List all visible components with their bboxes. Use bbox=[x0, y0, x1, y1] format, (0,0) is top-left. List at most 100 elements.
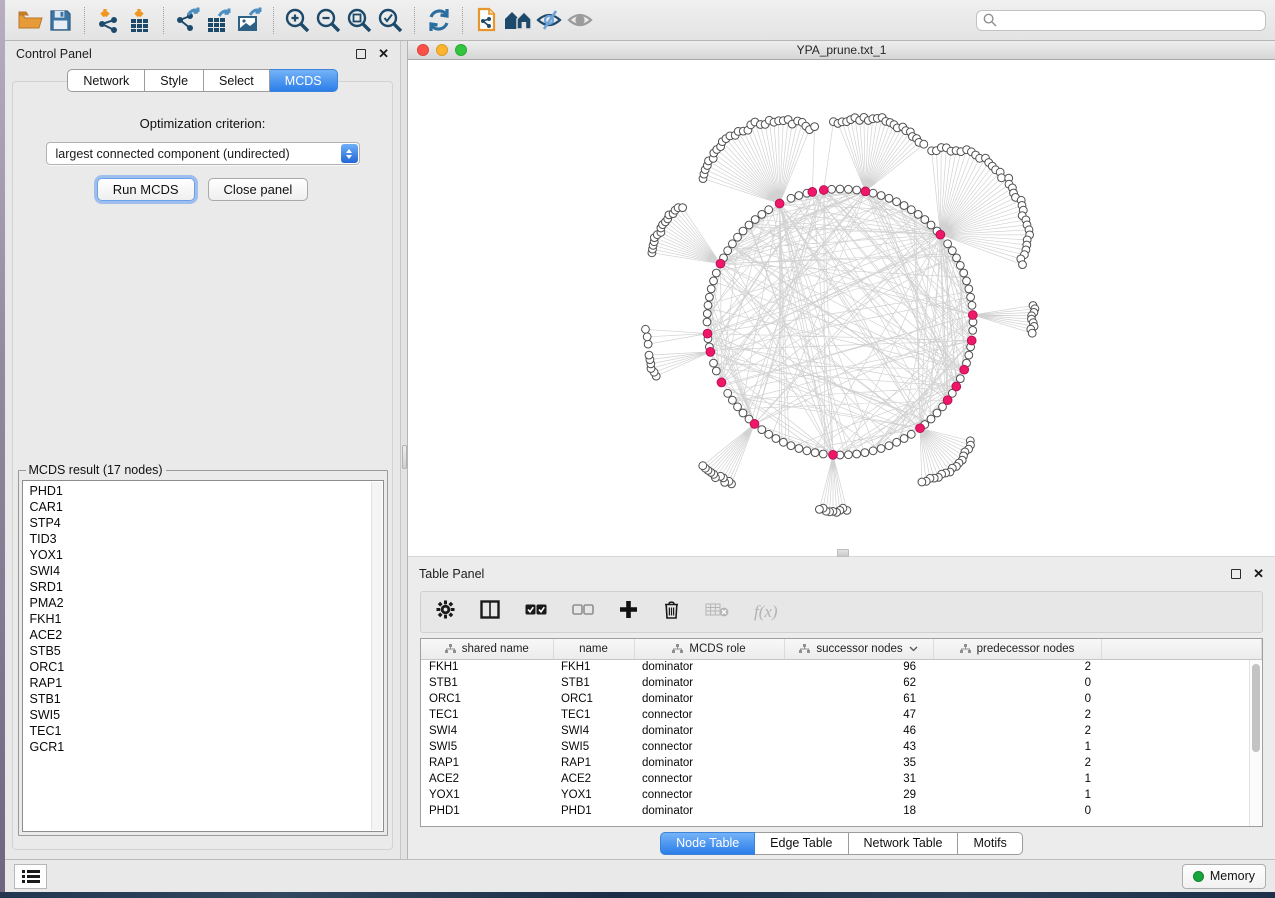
close-table-panel-icon[interactable]: ✕ bbox=[1253, 567, 1264, 580]
list-item[interactable]: GCR1 bbox=[30, 739, 383, 755]
show-column-button[interactable] bbox=[480, 600, 500, 624]
show-task-history-button[interactable] bbox=[14, 864, 47, 889]
run-mcds-button[interactable]: Run MCDS bbox=[97, 178, 195, 201]
export-image-button[interactable] bbox=[234, 5, 265, 36]
zoom-in-button[interactable] bbox=[282, 5, 313, 36]
column-header-shared-name[interactable]: shared name bbox=[421, 639, 553, 659]
table-row[interactable]: PHD1PHD1dominator180 bbox=[421, 803, 1262, 819]
memory-status-icon bbox=[1193, 871, 1204, 882]
list-item[interactable]: ACE2 bbox=[30, 627, 383, 643]
close-panel-button[interactable]: Close panel bbox=[208, 178, 309, 201]
list-item[interactable]: SRD1 bbox=[30, 579, 383, 595]
apply-layout-button[interactable] bbox=[423, 5, 454, 36]
table-row[interactable]: ACE2ACE2connector311 bbox=[421, 771, 1262, 787]
list-item[interactable]: STP4 bbox=[30, 515, 383, 531]
zoom-selected-button[interactable] bbox=[375, 5, 406, 36]
mcds-result-list[interactable]: PHD1 CAR1 STP4 TID3 YOX1 SWI4 SRD1 PMA2 … bbox=[22, 480, 384, 832]
tab-network-table[interactable]: Network Table bbox=[849, 832, 959, 855]
splitter-grip[interactable] bbox=[402, 445, 407, 469]
select-all-button[interactable] bbox=[525, 603, 547, 621]
criterion-select[interactable]: largest connected component (undirected) bbox=[46, 142, 360, 165]
list-item[interactable]: STB1 bbox=[30, 691, 383, 707]
column-header-successor-nodes[interactable]: successor nodes bbox=[784, 639, 933, 659]
add-column-button[interactable] bbox=[619, 600, 638, 624]
unchecked-boxes-icon bbox=[572, 603, 594, 616]
open-session-button[interactable] bbox=[14, 5, 45, 36]
network-overview-button[interactable] bbox=[502, 5, 533, 36]
close-panel-icon[interactable]: ✕ bbox=[378, 47, 389, 60]
close-window-icon[interactable] bbox=[417, 44, 429, 56]
column-header-mcds-role[interactable]: MCDS role bbox=[634, 639, 784, 659]
delete-table-button[interactable] bbox=[705, 602, 729, 622]
network-canvas[interactable] bbox=[408, 60, 1275, 557]
search-input[interactable] bbox=[1001, 13, 1259, 27]
horizontal-splitter-grip[interactable] bbox=[837, 549, 849, 557]
list-item[interactable]: RAP1 bbox=[30, 675, 383, 691]
table-row[interactable]: TEC1TEC1connector472 bbox=[421, 707, 1262, 723]
zoom-selected-icon bbox=[377, 7, 404, 34]
table-scrollbar-thumb[interactable] bbox=[1252, 664, 1260, 752]
list-item[interactable]: PMA2 bbox=[30, 595, 383, 611]
vertical-splitter[interactable] bbox=[400, 41, 408, 859]
main-toolbar bbox=[5, 0, 1275, 41]
list-item[interactable]: TID3 bbox=[30, 531, 383, 547]
tab-motifs[interactable]: Motifs bbox=[958, 832, 1022, 855]
column-header-predecessor-nodes[interactable]: predecessor nodes bbox=[933, 639, 1101, 659]
zoom-out-button[interactable] bbox=[313, 5, 344, 36]
memory-label: Memory bbox=[1210, 869, 1255, 883]
list-scrollbar[interactable] bbox=[371, 482, 382, 830]
float-panel-icon[interactable] bbox=[356, 49, 366, 59]
table-row[interactable]: RAP1RAP1dominator352 bbox=[421, 755, 1262, 771]
zoom-fit-button[interactable] bbox=[344, 5, 375, 36]
table-row[interactable]: ORC1ORC1dominator610 bbox=[421, 691, 1262, 707]
tab-select[interactable]: Select bbox=[204, 69, 270, 92]
float-table-panel-icon[interactable] bbox=[1231, 569, 1241, 579]
import-network-button[interactable] bbox=[93, 5, 124, 36]
column-header-name[interactable]: name bbox=[553, 639, 634, 659]
export-table-button[interactable] bbox=[203, 5, 234, 36]
table-scrollbar[interactable] bbox=[1249, 660, 1262, 826]
list-item[interactable]: YOX1 bbox=[30, 547, 383, 563]
list-item[interactable]: SWI4 bbox=[30, 563, 383, 579]
save-session-button[interactable] bbox=[45, 5, 76, 36]
export-network-button[interactable] bbox=[172, 5, 203, 36]
show-all-button[interactable] bbox=[564, 5, 595, 36]
list-item[interactable]: FKH1 bbox=[30, 611, 383, 627]
new-network-from-selection-button[interactable] bbox=[471, 5, 502, 36]
table-row[interactable]: SWI5SWI5connector431 bbox=[421, 739, 1262, 755]
tab-edge-table[interactable]: Edge Table bbox=[755, 832, 848, 855]
refresh-layout-icon bbox=[426, 7, 452, 33]
table-row[interactable]: YOX1YOX1connector291 bbox=[421, 787, 1262, 803]
table-row[interactable]: STB1STB1dominator620 bbox=[421, 675, 1262, 691]
minimize-window-icon[interactable] bbox=[436, 44, 448, 56]
list-item[interactable]: PHD1 bbox=[30, 483, 383, 499]
table-settings-button[interactable] bbox=[436, 600, 455, 624]
criterion-selected-value: largest connected component (undirected) bbox=[56, 147, 290, 161]
maximize-window-icon[interactable] bbox=[455, 44, 467, 56]
app-window: Control Panel ✕ Network Style Select MCD… bbox=[5, 0, 1275, 892]
plus-icon bbox=[619, 600, 638, 619]
eye-slash-icon bbox=[535, 7, 563, 33]
tab-mcds[interactable]: MCDS bbox=[270, 69, 338, 92]
list-item[interactable]: ORC1 bbox=[30, 659, 383, 675]
list-item[interactable]: CAR1 bbox=[30, 499, 383, 515]
delete-column-button[interactable] bbox=[663, 600, 680, 624]
list-item[interactable]: TEC1 bbox=[30, 723, 383, 739]
list-item[interactable]: SWI5 bbox=[30, 707, 383, 723]
network-window-titlebar[interactable]: YPA_prune.txt_1 bbox=[408, 41, 1275, 60]
hide-selected-button[interactable] bbox=[533, 5, 564, 36]
table-toolbar: f(x) bbox=[420, 591, 1263, 633]
tab-style[interactable]: Style bbox=[145, 69, 204, 92]
function-builder-button[interactable]: f(x) bbox=[754, 602, 778, 622]
deselect-all-button[interactable] bbox=[572, 603, 594, 621]
tab-node-table[interactable]: Node Table bbox=[660, 832, 755, 855]
tree-icon bbox=[445, 644, 456, 654]
list-item[interactable]: STB5 bbox=[30, 643, 383, 659]
tab-network[interactable]: Network bbox=[67, 69, 145, 92]
search-box[interactable] bbox=[976, 10, 1266, 31]
table-row[interactable]: FKH1FKH1dominator962 bbox=[421, 659, 1262, 675]
table-row[interactable]: SWI4SWI4dominator462 bbox=[421, 723, 1262, 739]
memory-button[interactable]: Memory bbox=[1182, 864, 1266, 889]
import-table-button[interactable] bbox=[124, 5, 155, 36]
search-icon bbox=[983, 13, 997, 27]
